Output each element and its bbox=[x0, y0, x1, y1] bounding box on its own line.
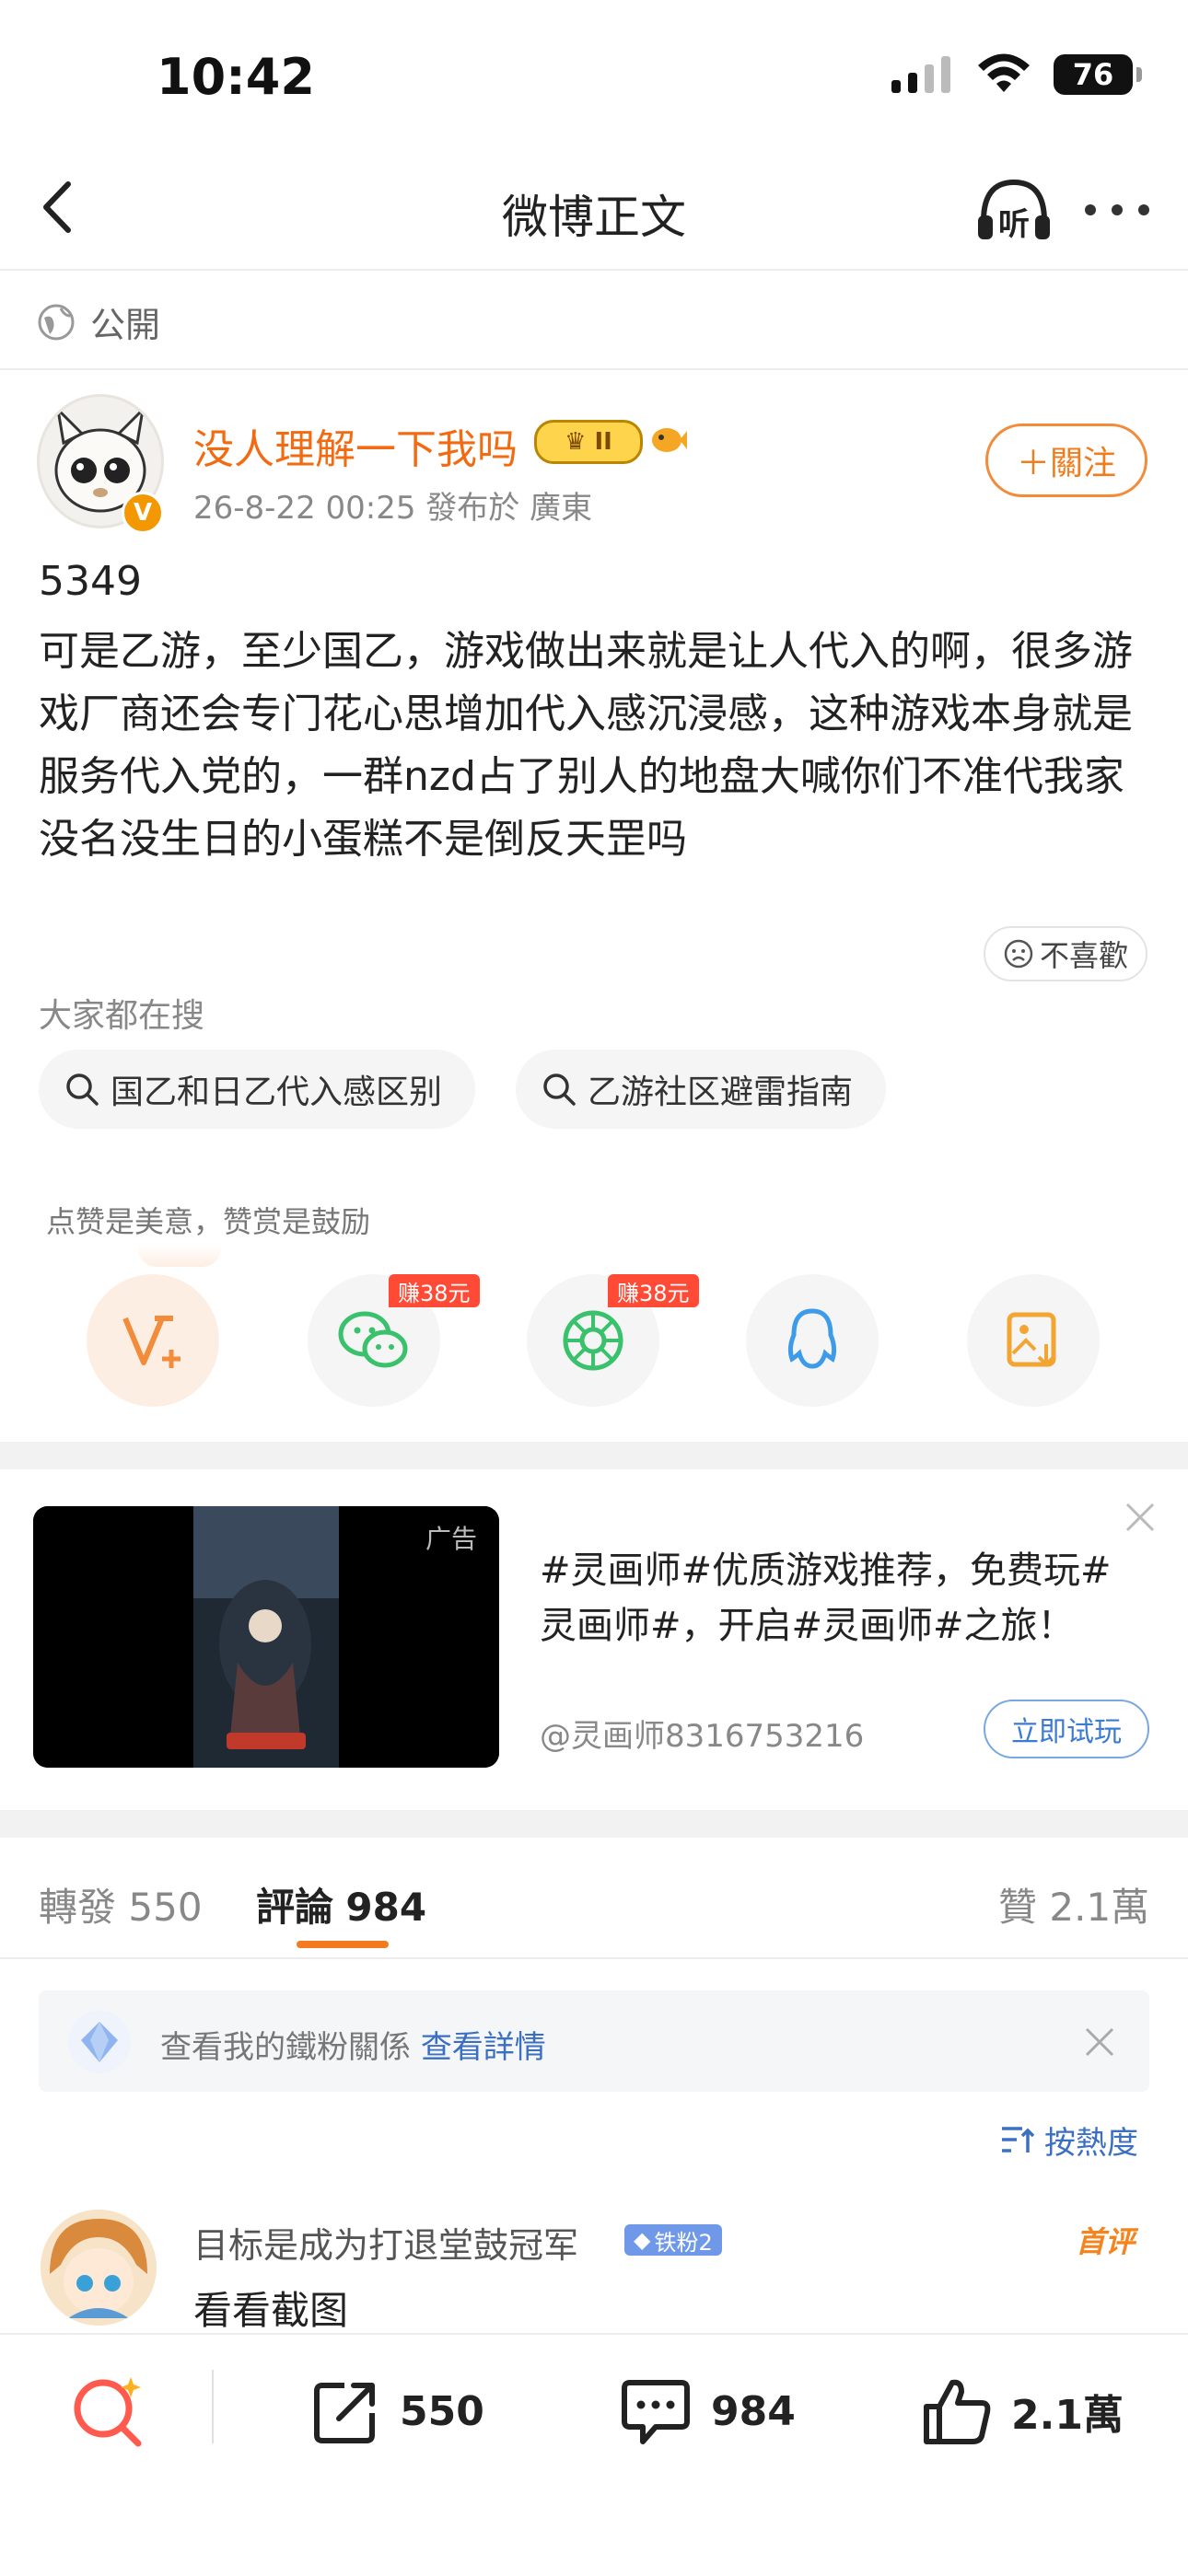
crown-icon: ♛ bbox=[565, 428, 587, 456]
nav-divider bbox=[0, 269, 1188, 271]
search-chip-label: 国乙和日乙代入感区别 bbox=[111, 1073, 443, 1111]
tab-like-label: 贊 bbox=[998, 1885, 1038, 1930]
dislike-button[interactable]: 不喜歡 bbox=[984, 926, 1147, 981]
post-number: 5349 bbox=[39, 558, 142, 605]
repost-count: 550 bbox=[400, 2387, 484, 2435]
fan-level-label: 铁粉2 bbox=[654, 2229, 713, 2256]
fan-relation-text: 查看我的鐵粉關係 查看詳情 bbox=[160, 2022, 546, 2067]
tab-repost-label: 轉發 bbox=[39, 1885, 117, 1930]
search-chip-1[interactable]: 国乙和日乙代入感区别 bbox=[39, 1050, 476, 1129]
save-image-button[interactable] bbox=[967, 1274, 1100, 1407]
post-meta: 26-8-22 00:25 發布於 廣東 bbox=[193, 490, 593, 527]
wifi-icon bbox=[978, 53, 1030, 92]
like-button[interactable]: 2.1萬 bbox=[921, 2370, 1124, 2453]
sort-label: 按熱度 bbox=[1044, 2125, 1138, 2162]
diamond-icon: ◆ bbox=[634, 2227, 651, 2253]
tab-like[interactable]: 贊 2.1萬 bbox=[998, 1876, 1149, 1932]
close-icon[interactable] bbox=[1122, 1499, 1159, 1536]
visibility-label: 公開 bbox=[90, 305, 161, 345]
reward-tip: 点赞是美意，赞赏是鼓励 bbox=[46, 1204, 371, 1239]
reward-button[interactable] bbox=[87, 1274, 219, 1407]
tab-comment[interactable]: 評論 984 bbox=[256, 1876, 426, 1932]
repost-icon bbox=[314, 2383, 375, 2443]
tip-pointer bbox=[138, 1245, 221, 1267]
verified-badge: V bbox=[122, 492, 164, 534]
commenter-name[interactable]: 目标是成为打退堂鼓冠军 bbox=[193, 2217, 578, 2268]
tab-repost[interactable]: 轉發 550 bbox=[39, 1876, 203, 1932]
ad-text[interactable]: #灵画师#优质游戏推荐，免费玩#灵画师#，开启#灵画师#之旅！ bbox=[540, 1543, 1147, 1654]
first-comment-tag: 首评 bbox=[1076, 2224, 1136, 2259]
tabs-divider bbox=[0, 1957, 1188, 1959]
tab-underline bbox=[297, 1941, 389, 1948]
search-icon bbox=[543, 1073, 576, 1106]
ad-tag: 广告 bbox=[425, 1524, 478, 1554]
save-image-icon bbox=[1007, 1312, 1056, 1367]
dislike-label: 不喜歡 bbox=[1039, 938, 1128, 973]
more-options-icon[interactable] bbox=[1085, 184, 1149, 236]
qq-icon bbox=[787, 1308, 837, 1369]
fan-relation-label: 查看我的鐵粉關係 bbox=[160, 2029, 411, 2066]
search-chip-label: 乙游社区避雷指南 bbox=[588, 1073, 854, 1111]
status-icons: 76 bbox=[890, 53, 1142, 96]
globe-icon bbox=[38, 304, 75, 340]
section-gap bbox=[0, 1442, 1188, 1469]
fan-level-badge: ◆ 铁粉2 bbox=[624, 2224, 722, 2256]
close-icon[interactable] bbox=[1083, 2025, 1116, 2059]
sort-button[interactable]: 按熱度 bbox=[1000, 2118, 1138, 2163]
earn-tag-wechat: 赚38元 bbox=[389, 1274, 480, 1307]
tab-repost-count: 550 bbox=[128, 1885, 203, 1930]
fan-relation-link[interactable]: 查看詳情 bbox=[421, 2029, 546, 2066]
earn-tag-moments: 赚38元 bbox=[608, 1274, 699, 1307]
status-time: 10:42 bbox=[157, 48, 315, 106]
sort-icon bbox=[1002, 2126, 1035, 2152]
thumbs-up-icon bbox=[924, 2379, 991, 2444]
diamond-icon bbox=[68, 2011, 131, 2073]
follow-button[interactable]: ＋關注 bbox=[985, 424, 1147, 497]
tab-like-count: 2.1萬 bbox=[1049, 1885, 1150, 1930]
bottom-separator bbox=[212, 2370, 214, 2443]
trending-search-heading: 大家都在搜 bbox=[39, 997, 205, 1035]
rank-label: II bbox=[594, 428, 612, 456]
signal-icon bbox=[891, 56, 950, 93]
listen-label: 听 bbox=[998, 206, 1030, 243]
comment-count: 984 bbox=[711, 2387, 796, 2435]
reward-v-plus-icon bbox=[122, 1316, 181, 1368]
ad-account[interactable]: @灵画师8316753216 bbox=[540, 1711, 864, 1756]
moments-icon bbox=[563, 1310, 623, 1371]
tab-comment-count: 984 bbox=[345, 1885, 427, 1930]
comment-icon bbox=[622, 2380, 690, 2444]
search-icon bbox=[66, 1073, 99, 1106]
section-gap bbox=[0, 1810, 1188, 1838]
listen-button[interactable]: 听 bbox=[974, 175, 1054, 245]
member-rank-badge[interactable]: ♛ II bbox=[534, 420, 643, 464]
comment-text: 看看截图 bbox=[193, 2288, 349, 2333]
wechat-icon bbox=[338, 1311, 408, 1368]
share-qq-button[interactable] bbox=[746, 1274, 879, 1407]
search-icon[interactable] bbox=[66, 2370, 149, 2453]
like-count: 2.1萬 bbox=[1011, 2392, 1124, 2439]
author-name[interactable]: 没人理解一下我吗 bbox=[193, 416, 518, 475]
ad-try-button[interactable]: 立即试玩 bbox=[984, 1700, 1149, 1758]
post-body: 可是乙游，至少国乙，游戏做出来就是让人代入的啊，很多游戏厂商还会专门花心思增加代… bbox=[39, 628, 1133, 863]
sad-face-icon bbox=[1004, 939, 1033, 969]
visibility-row: 公開 bbox=[37, 296, 160, 347]
repost-button[interactable]: 550 bbox=[311, 2370, 484, 2453]
fish-badge-icon[interactable] bbox=[650, 424, 687, 457]
search-chip-2[interactable]: 乙游社区避雷指南 bbox=[516, 1050, 887, 1129]
commenter-avatar[interactable] bbox=[41, 2210, 157, 2326]
visibility-divider bbox=[0, 368, 1188, 370]
battery-level: 76 bbox=[1072, 57, 1114, 92]
tab-comment-label: 評論 bbox=[256, 1885, 334, 1930]
battery-indicator: 76 bbox=[1054, 54, 1142, 95]
comment-button[interactable]: 984 bbox=[619, 2370, 796, 2453]
